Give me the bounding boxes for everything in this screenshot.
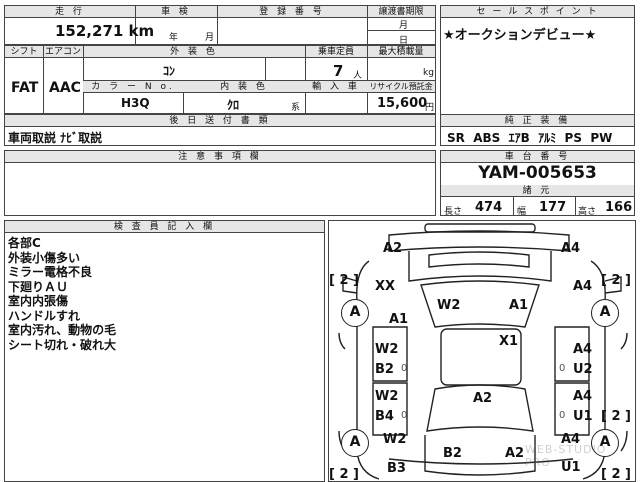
notes-box: 注 意 事 項 欄 [4,150,436,216]
attachments-label: 後 日 送 付 書 類 [5,115,435,127]
color-no-value: H3Q [121,96,150,110]
inspector-line: シート切れ・破れ大 [8,337,117,352]
notes-label: 注 意 事 項 欄 [5,151,435,163]
height-label: 高さ [578,207,597,217]
mark-zero-right-1: 0 [559,363,566,374]
bracket-right-front: [ 2 ] [601,273,631,288]
mark-roof-center: A2 [473,391,493,406]
inspector-line: 下廻りＡＵ [8,279,69,294]
damage-diagram: A2 A4 [ 2 ] [ 2 ] XX A4 A A A1 W2 A1 X1 … [328,220,636,482]
color-no-label: カ ラ ー N o. [83,81,183,93]
sales-point-value: ★オークションデビュー★ [443,28,597,43]
sales-point-label: セ ー ル ス ポ イ ン ト [441,6,634,18]
shift-value: FAT [11,80,39,96]
mark-fender-left: XX [375,279,396,294]
mark-rear-left-1: W2 [383,432,407,447]
mark-zero-right-2: 0 [559,410,566,421]
recycle-unit: 円 [425,103,435,113]
inspector-line: 室内内張傷 [8,294,69,308]
mark-rear-center-right: A2 [505,446,525,461]
aircon-value: AAC [49,80,81,96]
mark-w2-center: W2 [437,298,461,313]
mark-door-left-front-1: W2 [375,342,399,357]
mark-front-right: A4 [561,241,581,256]
mark-x1-center: X1 [499,334,519,349]
width-value: 177 [539,200,567,215]
inspector-line: ハンドルすれ [8,308,81,323]
mark-door-left-rear-2: B4 [375,409,394,424]
length-label: 長さ [444,207,463,217]
transfer-month: 月 [399,21,409,31]
mark-a1-center: A1 [509,298,529,313]
mark-door-left-front-2: B2 [375,362,394,377]
inspection-label: 車 検 [135,6,217,18]
wheel-left-rear: A [341,429,369,457]
mileage-label: 走 行 [5,6,135,18]
width-label: 幅 [517,207,527,217]
transfer-deadline-label: 譲渡書期限 [367,6,435,18]
interior-color-label: 内 装 色 [183,81,305,93]
chassis-label: 車 台 番 号 [441,151,634,163]
mark-front-left: A2 [383,241,403,256]
mark-door-left-rear-1: W2 [375,389,399,404]
bracket-left-front: [ 2 ] [329,273,359,288]
mark-zero-left-1: 0 [401,363,408,374]
mark-door-right-front-1: A4 [573,342,593,357]
max-load-label: 最大積載量 [367,46,435,58]
bracket-right-rear: [ 2 ] [601,409,631,424]
load-unit: kg [423,68,434,78]
height-value: 166 [605,200,633,215]
inspection-month: 月 [205,33,215,43]
exterior-color-value: ｺﾝ [163,64,176,78]
capacity-value: 7 [333,62,344,80]
attachments-box: 後 日 送 付 書 類 車両取説 ﾅﾋﾞ取説 [4,114,436,146]
mark-fender-right: A4 [573,279,593,294]
mark-zero-left-2: 0 [401,410,408,421]
equipment-box: 純 正 装 備 SR ABS ｴｱB ｱﾙﾐ PS PW [440,114,635,146]
chassis-number: YAM-005653 [478,163,597,183]
specs-table: シフト エアコン 外 装 色 乗車定員 最大積載量 カ ラ ー N o. 内 装… [4,45,436,114]
inspector-box: 検 査 員 記 入 欄 各部C 外装小傷多い ミラー電格不良 下廻りＡＵ 室内内… [4,220,325,482]
inspector-label: 検 査 員 記 入 欄 [5,221,324,233]
import-label: 輸 入 車 [305,81,367,93]
wheel-right-front: A [591,299,619,327]
interior-color-value: ｸﾛ [227,98,240,112]
recycle-label: リサイクル預託金 [367,81,435,93]
wheel-left-front: A [341,299,369,327]
recycle-value: 15,600 [377,96,428,111]
shift-label: シフト [5,46,43,58]
inspector-line: ミラー電格不良 [8,265,93,279]
mark-door-right-rear-2: U1 [573,409,593,424]
mark-door-right-front-2: U2 [573,362,593,377]
inspector-line: 外装小傷多い [8,250,81,265]
capacity-unit: 人 [353,71,363,81]
inspector-line: 室内汚れ、動物の毛 [8,323,117,337]
mark-rear-center-left: B2 [443,446,462,461]
capacity-label: 乗車定員 [305,46,367,58]
watermark: WEB-STUDIO PRO [525,443,607,469]
mark-door-right-rear-1: A4 [573,389,593,404]
equipment-value: SR ABS ｴｱB ｱﾙﾐ PS PW [447,131,613,145]
inspector-line: 各部C [8,236,41,250]
interior-suffix: 系 [291,103,301,113]
mark-a1-left: A1 [389,312,409,327]
inspection-year: 年 [169,33,179,43]
aircon-label: エアコン [43,46,83,58]
dims-label: 諸 元 [441,185,634,197]
exterior-color-label: 外 装 色 [83,46,305,58]
equipment-label: 純 正 装 備 [441,115,634,127]
chassis-box: 車 台 番 号 YAM-005653 諸 元 長さ 474 幅 177 高さ 1… [440,150,635,217]
header-table: 走 行 車 検 登 録 番 号 譲渡書期限 152,271 km 年 月 月 日 [4,5,436,46]
attachments-value: 車両取説 ﾅﾋﾞ取説 [8,131,103,145]
length-value: 474 [475,200,503,215]
mark-rear-left-2: B3 [387,461,406,476]
mileage-value: 152,271 km [55,22,155,40]
inspector-lines: 各部C 外装小傷多い ミラー電格不良 下廻りＡＵ 室内内張傷 ハンドルすれ 室内… [8,236,116,352]
registration-label: 登 録 番 号 [217,6,367,18]
